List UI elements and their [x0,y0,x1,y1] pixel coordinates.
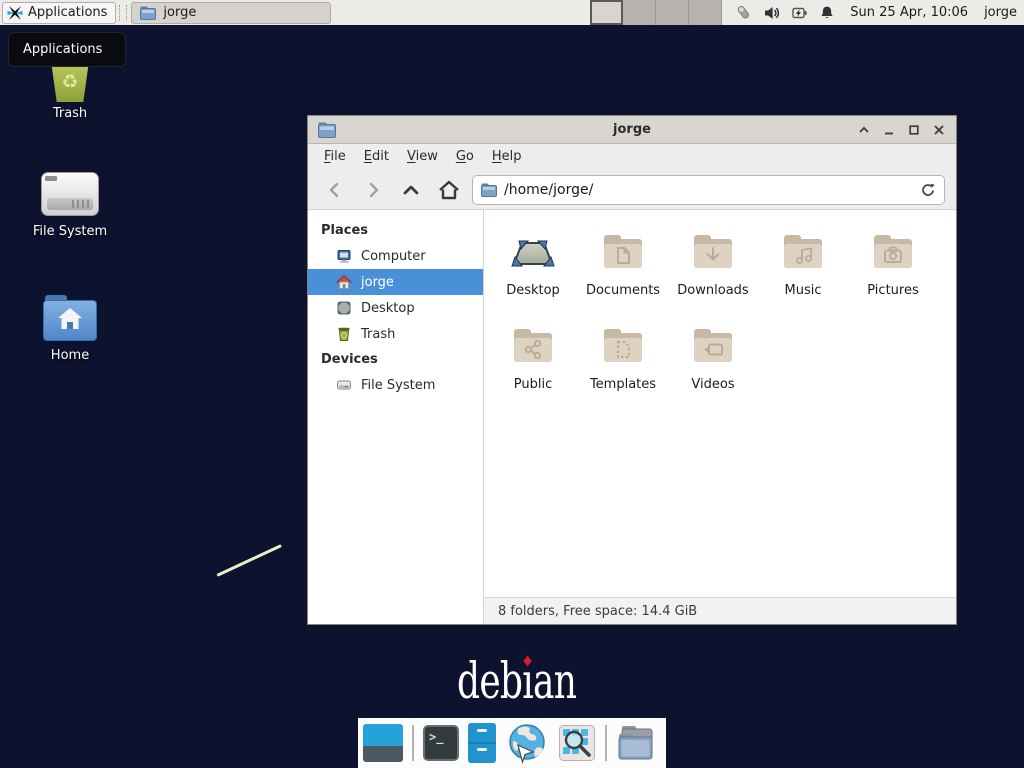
dock-separator [412,725,414,761]
debian-text-pre: deb [457,652,522,710]
maximize-button[interactable] [906,122,921,137]
public-folder-icon [488,318,578,374]
taskbar-folder-icon [140,6,156,20]
debian-dotless-i: ı [522,656,533,706]
desktop: Applications jorge [0,0,1024,768]
file-manager-window: jorge File Edit View Go Help [307,115,957,625]
pathbar-folder-icon [481,183,497,197]
home-folder-icon [43,295,97,341]
sidebar-item-trash[interactable]: Trash [308,321,483,347]
file-item-downloads[interactable]: Downloads [668,224,758,298]
trash-small-icon [336,326,352,342]
reload-icon[interactable] [920,182,936,198]
sidebar-item-file-system[interactable]: File System [308,372,483,398]
file-manager-cabinet-icon[interactable] [468,723,496,763]
file-item-desktop[interactable]: Desktop [488,224,578,298]
peripheral-tray-icon[interactable] [734,3,754,23]
computer-icon [336,248,352,264]
sidebar-item-jorge[interactable]: jorge [308,269,483,295]
status-bar: 8 folders, Free space: 14.4 GiB [484,597,956,624]
directory-menu-folder-icon[interactable] [616,724,656,762]
home-button[interactable] [430,175,468,205]
status-text: 8 folders, Free space: 14.4 GiB [498,604,697,619]
taskbar-window-label: jorge [163,5,196,20]
window-body: Places Computer [308,210,956,624]
desktop-icon-label: File System [10,224,130,239]
workspace-2[interactable] [623,0,656,25]
debian-text-post: an [533,652,576,710]
location-path[interactable]: /home/jorge/ [504,182,913,198]
file-item-documents[interactable]: Documents [578,224,668,298]
system-tray [734,3,836,23]
applications-tooltip: Applications [8,32,126,67]
notifications-bell-icon[interactable] [818,4,836,22]
drive-small-icon [336,377,352,393]
application-finder-icon[interactable] [558,724,596,762]
toolbar: /home/jorge/ [308,170,956,210]
tasklist-handle[interactable] [119,5,127,21]
devices-header: Devices [308,347,483,372]
workspace-3[interactable] [656,0,689,25]
xfce-applications-icon [7,5,23,21]
location-bar[interactable]: /home/jorge/ [472,175,945,205]
file-item-music[interactable]: Music [758,224,848,298]
menu-bar: File Edit View Go Help [308,144,956,170]
sidebar-item-desktop[interactable]: Desktop [308,295,483,321]
web-browser-globe-icon[interactable] [505,721,549,765]
debian-wordmark: debıan [457,656,576,706]
applications-menu-label: Applications [28,5,107,20]
pictures-folder-icon [848,224,938,280]
shade-button[interactable] [856,122,871,137]
menu-view[interactable]: View [398,144,447,170]
main-pane: Desktop Documents [484,210,956,624]
templates-folder-icon [578,318,668,374]
file-item-pictures[interactable]: Pictures [848,224,938,298]
sidebar-item-computer[interactable]: Computer [308,243,483,269]
terminal-icon[interactable]: >_ [423,725,459,761]
desktop-icon-home[interactable]: Home [10,292,130,363]
menu-edit[interactable]: Edit [355,144,398,170]
dock-separator [605,725,607,761]
desktop-icon [336,300,352,316]
documents-folder-icon [578,224,668,280]
file-icon-view[interactable]: Desktop Documents [484,210,956,597]
stray-line-artifact [216,544,282,577]
menu-go[interactable]: Go [447,144,483,170]
volume-icon[interactable] [763,4,781,22]
user-menu[interactable]: jorge [984,5,1017,20]
menu-help[interactable]: Help [483,144,531,170]
window-controls [856,122,946,137]
top-panel: Applications jorge [0,0,1024,25]
applications-menu-button[interactable]: Applications [2,2,116,24]
places-header: Places [308,218,483,243]
forward-button[interactable] [354,175,392,205]
sidebar: Places Computer [308,210,484,624]
taskbar-window-button[interactable]: jorge [131,2,331,24]
desktop-icon-file-system[interactable]: File System [10,168,130,239]
show-desktop-icon[interactable] [363,724,403,762]
clock[interactable]: Sun 25 Apr, 10:06 [850,5,968,20]
file-item-videos[interactable]: Videos [668,318,758,392]
file-item-templates[interactable]: Templates [578,318,668,392]
workspace-1[interactable] [590,0,623,25]
minimize-button[interactable] [881,122,896,137]
close-button[interactable] [931,122,946,137]
menu-file[interactable]: File [315,144,355,170]
back-button[interactable] [316,175,354,205]
home-icon [336,274,352,290]
videos-folder-icon [668,318,758,374]
title-bar[interactable]: jorge [308,116,956,144]
hard-drive-icon [41,172,99,216]
downloads-folder-icon [668,224,758,280]
up-button[interactable] [392,175,430,205]
desktop-icon-label: Home [10,348,130,363]
workspace-pager [590,0,722,25]
workspace-4[interactable] [689,0,722,25]
desktop-special-icon [488,224,578,280]
desktop-icon-label: Trash [10,106,130,121]
music-folder-icon [758,224,848,280]
bottom-dock: >_ [358,718,666,768]
battery-icon[interactable] [790,4,809,22]
file-item-public[interactable]: Public [488,318,578,392]
